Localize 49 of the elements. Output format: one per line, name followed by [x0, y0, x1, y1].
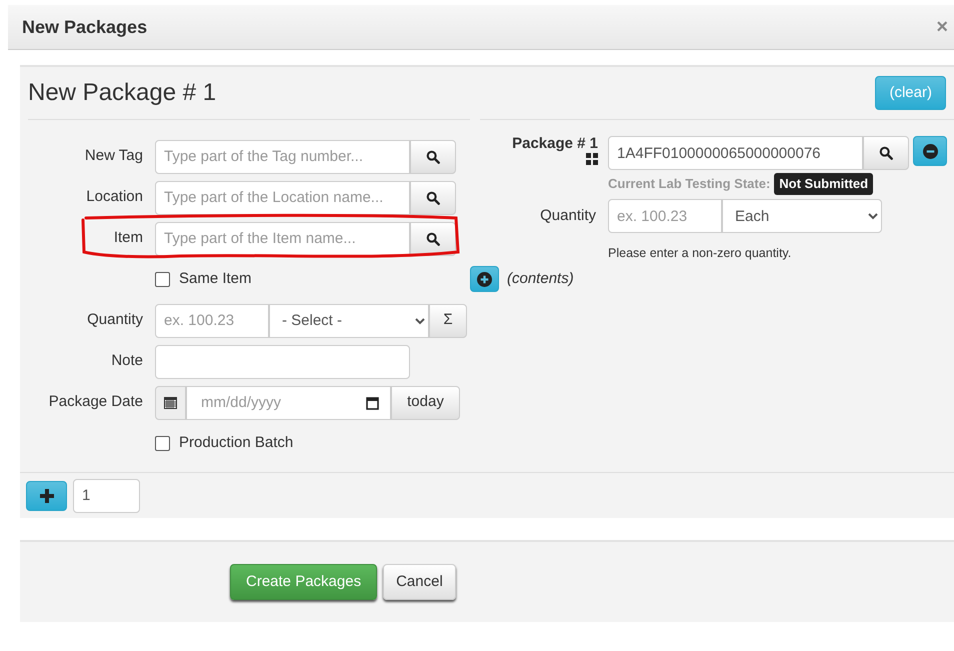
- search-button[interactable]: [410, 222, 456, 256]
- search-button[interactable]: [410, 180, 456, 214]
- field-label: Quantity: [539, 206, 596, 226]
- quantity-field[interactable]: ex. 100.23: [155, 304, 269, 338]
- checkbox[interactable]: [155, 436, 170, 451]
- search-field[interactable]: Type part of the Item name...: [155, 222, 410, 256]
- today-button[interactable]: today: [391, 386, 460, 420]
- contents-label: (contents): [507, 268, 574, 289]
- search-field[interactable]: Type part of the Tag number...: [155, 140, 410, 174]
- field-label: Location: [85, 187, 143, 208]
- field-label: New Tag: [84, 146, 143, 166]
- search-icon: [426, 232, 440, 246]
- unit-select[interactable]: - Select -: [269, 304, 429, 338]
- package-label: Package # 1: [512, 136, 598, 152]
- checkbox-label: Same Item: [179, 269, 252, 290]
- search-button[interactable]: [410, 140, 456, 174]
- date-field[interactable]: mm/dd/yyyy: [186, 386, 391, 420]
- checkbox[interactable]: [155, 272, 170, 287]
- lab-state-label: Current Lab Testing State:: [608, 175, 770, 194]
- dialog-title: New Packages: [22, 16, 148, 39]
- search-icon: [879, 146, 893, 160]
- field-label: Note: [110, 351, 143, 372]
- calendar-icon: [366, 396, 379, 410]
- tag-field[interactable]: 1A4FF0100000065000000076: [608, 136, 863, 170]
- minus-circle-icon: [922, 144, 938, 158]
- search-icon: [426, 190, 440, 204]
- package-heading: New Package # 1: [28, 78, 216, 108]
- calendar-icon: [164, 396, 177, 409]
- checkbox-label: Production Batch: [179, 433, 294, 454]
- plus-icon: [40, 488, 54, 502]
- note-field[interactable]: [155, 344, 410, 378]
- cancel-button[interactable]: Cancel: [383, 564, 456, 600]
- field-label: Quantity: [86, 310, 143, 330]
- grid-icon: [586, 152, 598, 164]
- remove-button[interactable]: [913, 136, 947, 166]
- unit-select[interactable]: Each: [722, 199, 882, 233]
- quantity-field[interactable]: ex. 100.23: [608, 199, 722, 233]
- hint-text: Please enter a non-zero quantity.: [607, 245, 792, 262]
- sum-button[interactable]: Σ: [429, 304, 467, 338]
- field-label: Package Date: [48, 392, 143, 412]
- search-icon: [426, 150, 440, 164]
- search-button[interactable]: [863, 136, 909, 170]
- count-field[interactable]: 1: [73, 478, 140, 512]
- plus-circle-icon: [477, 272, 492, 286]
- field-label: Item: [112, 228, 143, 248]
- add-button[interactable]: [26, 480, 67, 510]
- search-field[interactable]: Type part of the Location name...: [155, 180, 410, 214]
- status-tag: Not Submitted: [774, 173, 874, 195]
- add-content-button[interactable]: [470, 266, 499, 292]
